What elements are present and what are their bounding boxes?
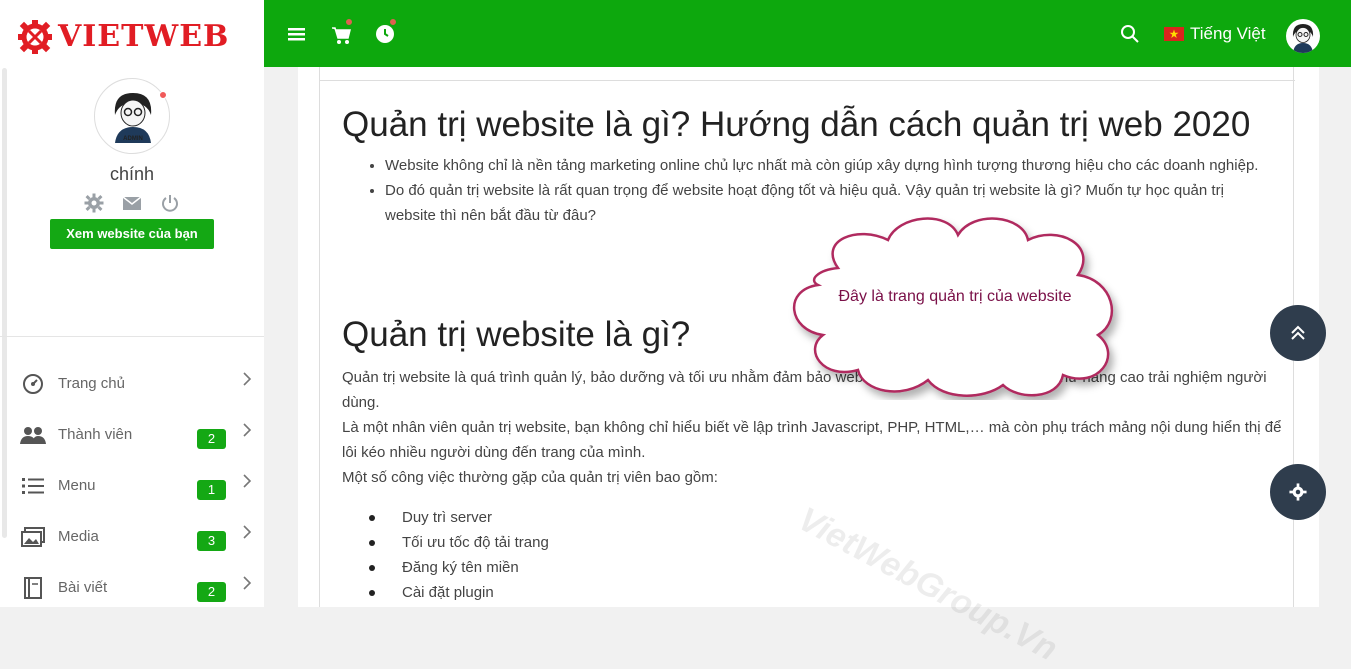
admin-avatar-icon: [1292, 24, 1314, 53]
sidebar-item-label: Trang chủ: [58, 375, 125, 392]
section-title: Quản trị website là gì?: [342, 315, 691, 354]
sidebar: VIETWEB ADMIN chính Xem website của bạn …: [0, 0, 264, 607]
list-item: Đăng ký tên miền: [369, 555, 549, 580]
paragraph: Một số công việc thường gặp của quản trị…: [342, 469, 718, 486]
avatar-caption: ADMIN: [123, 136, 143, 142]
chevron-right-icon: [240, 372, 254, 386]
dashboard-icon: [20, 372, 46, 396]
sidebar-item-label: Bài viết: [58, 579, 108, 596]
count-badge: 2: [197, 429, 226, 449]
gear-icon: [1289, 483, 1307, 501]
sidebar-item-label: Menu: [58, 477, 96, 494]
language-label: Tiếng Việt: [1190, 24, 1266, 43]
list-item: Cài đặt plugin: [369, 580, 549, 605]
sidebar-item-media[interactable]: Media 3: [0, 511, 264, 562]
sidebar-item-label: Media: [58, 528, 99, 545]
mail-icon[interactable]: [122, 193, 142, 213]
chevron-right-icon: [240, 525, 254, 539]
profile-panel: ADMIN chính Xem website của bạn: [0, 78, 264, 249]
notification-dot: [345, 18, 353, 26]
scroll-top-button[interactable]: [1270, 305, 1326, 361]
username: chính: [109, 164, 155, 184]
paragraph: Là một nhân viên quản trị website, bạn k…: [342, 419, 1282, 461]
gear-logo-icon: [18, 20, 52, 54]
sidebar-item-label: Thành viên: [58, 426, 133, 443]
callout-text: Đây là trang quản trị của website: [838, 288, 1072, 305]
chevron-right-icon: [240, 423, 254, 437]
list-icon: [20, 474, 46, 498]
article-title: Quản trị website là gì? Hướng dẫn cách q…: [342, 105, 1251, 144]
list-item: Duy trì server: [369, 505, 549, 530]
sidebar-item-menu[interactable]: Menu 1: [0, 460, 264, 511]
count-badge: 2: [197, 582, 226, 602]
logo[interactable]: VIETWEB: [18, 18, 229, 56]
sidebar-item-posts[interactable]: Bài viết 2: [0, 562, 264, 613]
view-website-button[interactable]: Xem website của bạn: [50, 219, 214, 249]
images-icon: [20, 525, 46, 549]
count-badge: 1: [197, 480, 226, 500]
clock-icon[interactable]: [375, 18, 397, 46]
chevron-right-icon: [240, 576, 254, 590]
notification-dot: [389, 18, 397, 26]
list-item: Website không chỉ là nền tảng marketing …: [385, 153, 1275, 178]
article-divider: [320, 80, 1295, 81]
top-navbar: Tiếng Việt: [264, 0, 1351, 67]
list-item: Tối ưu tốc độ tải trang: [369, 530, 549, 555]
cart-icon[interactable]: [331, 18, 353, 46]
avatar[interactable]: ADMIN: [94, 78, 170, 154]
chevron-right-icon: [240, 474, 254, 488]
sidebar-menu: Trang chủ Thành viên 2 Menu 1 Media 3 Bà…: [0, 358, 264, 613]
logo-text: VIETWEB: [58, 19, 230, 54]
search-icon[interactable]: [1120, 24, 1142, 46]
sidebar-divider: [0, 336, 264, 337]
sidebar-item-members[interactable]: Thành viên 2: [0, 409, 264, 460]
user-avatar[interactable]: [1286, 19, 1320, 53]
users-icon: [20, 423, 46, 447]
vietnam-flag-icon: [1164, 27, 1184, 41]
sidebar-item-home[interactable]: Trang chủ: [0, 358, 264, 409]
tasks-list: Duy trì server Tối ưu tốc độ tải trang Đ…: [369, 505, 549, 605]
language-selector[interactable]: Tiếng Việt: [1164, 24, 1266, 44]
settings-button[interactable]: [1270, 464, 1326, 520]
count-badge: 3: [197, 531, 226, 551]
online-status-dot: [159, 91, 167, 99]
power-icon[interactable]: [160, 193, 180, 213]
notebook-icon: [20, 576, 46, 600]
hamburger-icon[interactable]: [288, 24, 310, 46]
gear-icon[interactable]: [84, 193, 104, 213]
chevron-up-icon: [1291, 325, 1305, 340]
